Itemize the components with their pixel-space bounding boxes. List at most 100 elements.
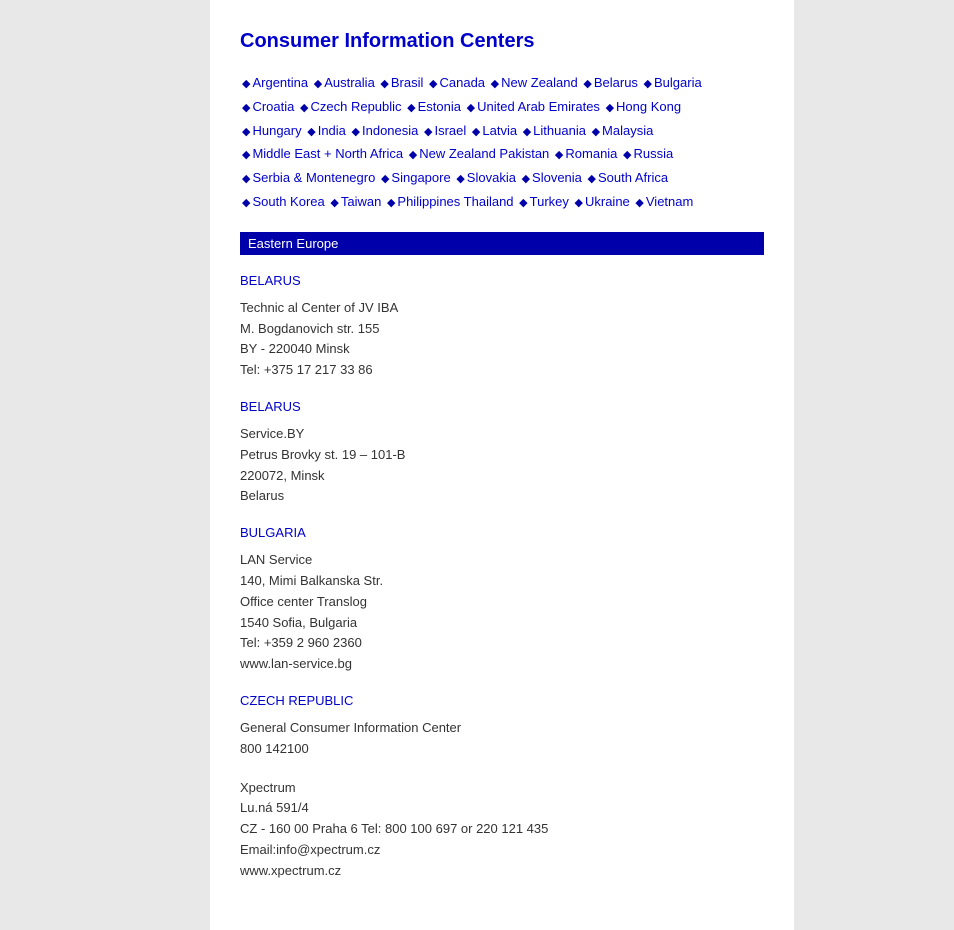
- bullet-icon: ◆: [575, 197, 583, 209]
- org-name: Xpectrum: [240, 778, 764, 799]
- link-south-africa[interactable]: South Africa: [598, 170, 668, 185]
- bullet-icon: ◆: [522, 173, 530, 185]
- link-estonia[interactable]: Estonia: [418, 99, 461, 114]
- phone: Tel: +359 2 960 2360: [240, 633, 764, 654]
- bullet-icon: ◆: [307, 126, 315, 138]
- link-brasil[interactable]: Brasil: [391, 75, 424, 90]
- link-latvia[interactable]: Latvia: [482, 123, 517, 138]
- bullet-icon: ◆: [242, 102, 250, 114]
- link-philippines[interactable]: Philippines: [397, 194, 460, 209]
- link-south-korea[interactable]: South Korea: [252, 194, 324, 209]
- bullet-icon: ◆: [300, 102, 308, 114]
- right-sidebar: [794, 0, 954, 930]
- link-taiwan[interactable]: Taiwan: [341, 194, 381, 209]
- bullet-icon: ◆: [242, 197, 250, 209]
- address-block-czech-republic-1: General Consumer Information Center 800 …: [240, 718, 764, 760]
- page-title: Consumer Information Centers: [240, 30, 764, 53]
- bullet-icon: ◆: [330, 197, 338, 209]
- bullet-icon: ◆: [381, 173, 389, 185]
- address-line-2: BY - 220040 Minsk: [240, 339, 764, 360]
- bullet-icon: ◆: [588, 173, 596, 185]
- bullet-icon: ◆: [555, 149, 563, 161]
- bullet-icon: ◆: [242, 173, 250, 185]
- address-block-bulgaria: LAN Service 140, Mimi Balkanska Str. Off…: [240, 550, 764, 675]
- country-title-belarus-1: BELARUS: [240, 273, 764, 288]
- bullet-icon: ◆: [424, 126, 432, 138]
- link-canada[interactable]: Canada: [440, 75, 486, 90]
- bullet-icon: ◆: [387, 197, 395, 209]
- link-hungary[interactable]: Hungary: [252, 123, 301, 138]
- org-name: Technic al Center of JV IBA: [240, 298, 764, 319]
- link-serbia[interactable]: Serbia & Montenegro: [252, 170, 375, 185]
- bullet-icon: ◆: [242, 149, 250, 161]
- link-nz-pakistan[interactable]: New Zealand Pakistan: [419, 146, 549, 161]
- main-content: Consumer Information Centers ◆Argentina …: [210, 0, 794, 930]
- bullet-icon: ◆: [467, 102, 475, 114]
- link-romania[interactable]: Romania: [565, 146, 617, 161]
- website: www.xpectrum.cz: [240, 861, 764, 882]
- address-line-2: Office center Translog: [240, 592, 764, 613]
- bullet-icon: ◆: [592, 126, 600, 138]
- bullet-icon: ◆: [491, 78, 499, 90]
- address-line-1: Petrus Brovky st. 19 – 101-B: [240, 445, 764, 466]
- address-line-3: Belarus: [240, 486, 764, 507]
- address-line-2: CZ - 160 00 Praha 6 Tel: 800 100 697 or …: [240, 819, 764, 840]
- link-belarus[interactable]: Belarus: [594, 75, 638, 90]
- link-bulgaria[interactable]: Bulgaria: [654, 75, 702, 90]
- bullet-icon: ◆: [380, 78, 388, 90]
- link-argentina[interactable]: Argentina: [252, 75, 308, 90]
- address-block-belarus-1: Technic al Center of JV IBA M. Bogdanovi…: [240, 298, 764, 381]
- address-line-1: M. Bogdanovich str. 155: [240, 319, 764, 340]
- link-indonesia[interactable]: Indonesia: [362, 123, 418, 138]
- link-middle-east[interactable]: Middle East + North Africa: [252, 146, 403, 161]
- phone: Tel: +375 17 217 33 86: [240, 360, 764, 381]
- link-hong-kong[interactable]: Hong Kong: [616, 99, 681, 114]
- link-australia[interactable]: Australia: [324, 75, 375, 90]
- bullet-icon: ◆: [242, 126, 250, 138]
- link-slovakia[interactable]: Slovakia: [467, 170, 516, 185]
- address-block-czech-republic-2: Xpectrum Lu.ná 591/4 CZ - 160 00 Praha 6…: [240, 778, 764, 882]
- link-russia[interactable]: Russia: [634, 146, 674, 161]
- link-ukraine[interactable]: Ukraine: [585, 194, 630, 209]
- bullet-icon: ◆: [519, 197, 527, 209]
- address-block-belarus-2: Service.BY Petrus Brovky st. 19 – 101-B …: [240, 424, 764, 507]
- address-line-1: 140, Mimi Balkanska Str.: [240, 571, 764, 592]
- bullet-icon: ◆: [644, 78, 652, 90]
- link-israel[interactable]: Israel: [434, 123, 466, 138]
- bullet-icon: ◆: [429, 78, 437, 90]
- country-title-belarus-2: BELARUS: [240, 399, 764, 414]
- bullet-icon: ◆: [314, 78, 322, 90]
- link-turkey[interactable]: Turkey: [530, 194, 569, 209]
- link-singapore[interactable]: Singapore: [391, 170, 450, 185]
- link-new-zealand[interactable]: New Zealand: [501, 75, 578, 90]
- link-czech-republic[interactable]: Czech Republic: [310, 99, 401, 114]
- bullet-icon: ◆: [409, 149, 417, 161]
- bullet-icon: ◆: [456, 173, 464, 185]
- bullet-icon: ◆: [635, 197, 643, 209]
- bullet-icon: ◆: [583, 78, 591, 90]
- bullet-icon: ◆: [623, 149, 631, 161]
- link-thailand[interactable]: Thailand: [464, 194, 514, 209]
- country-title-bulgaria: BULGARIA: [240, 525, 764, 540]
- address-line-3: 1540 Sofia, Bulgaria: [240, 613, 764, 634]
- link-india[interactable]: India: [318, 123, 346, 138]
- links-section: ◆Argentina ◆Australia ◆Brasil ◆Canada ◆N…: [240, 71, 764, 214]
- link-malaysia[interactable]: Malaysia: [602, 123, 653, 138]
- bullet-icon: ◆: [407, 102, 415, 114]
- website: www.lan-service.bg: [240, 654, 764, 675]
- section-header: Eastern Europe: [240, 232, 764, 255]
- bullet-icon: ◆: [352, 126, 360, 138]
- bullet-icon: ◆: [523, 126, 531, 138]
- email: Email:info@xpectrum.cz: [240, 840, 764, 861]
- address-line-1: Lu.ná 591/4: [240, 798, 764, 819]
- link-croatia[interactable]: Croatia: [252, 99, 294, 114]
- link-lithuania[interactable]: Lithuania: [533, 123, 586, 138]
- bullet-icon: ◆: [472, 126, 480, 138]
- link-uae[interactable]: United Arab Emirates: [477, 99, 600, 114]
- bullet-icon: ◆: [242, 78, 250, 90]
- org-name: General Consumer Information Center: [240, 718, 764, 739]
- left-sidebar: [0, 0, 210, 930]
- link-vietnam[interactable]: Vietnam: [646, 194, 693, 209]
- link-slovenia[interactable]: Slovenia: [532, 170, 582, 185]
- org-name: LAN Service: [240, 550, 764, 571]
